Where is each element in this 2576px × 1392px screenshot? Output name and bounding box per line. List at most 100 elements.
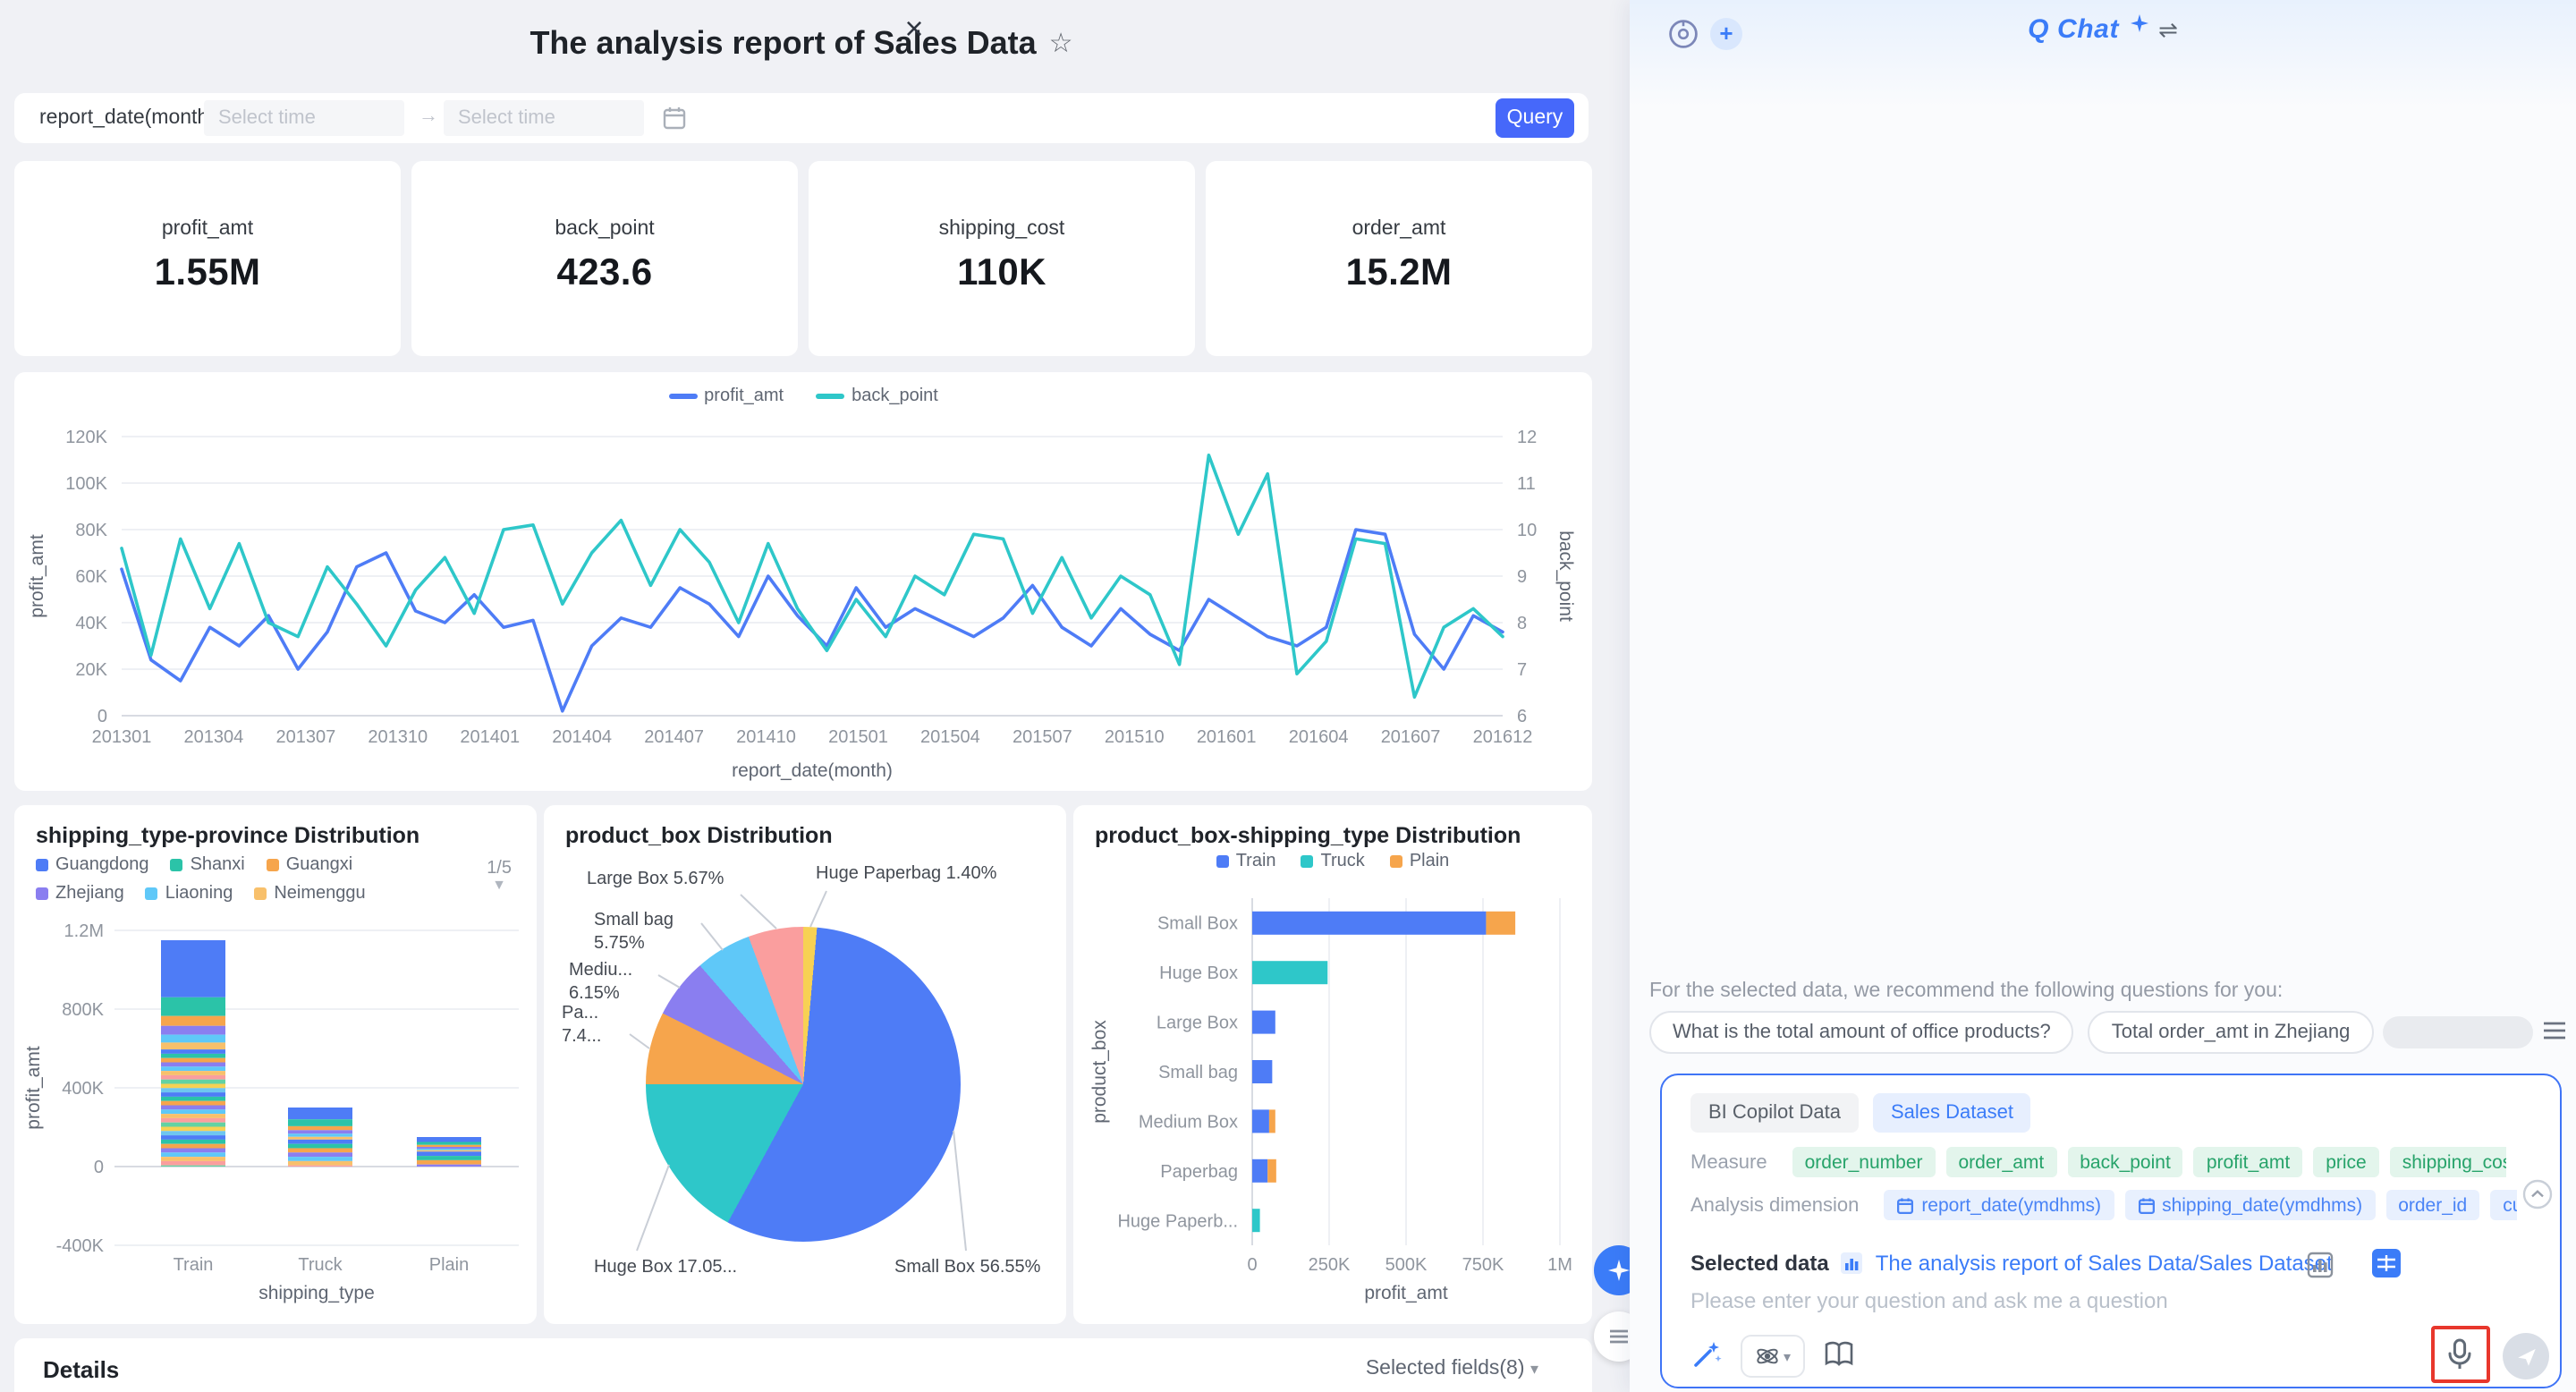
measure-tag[interactable]: back_point: [2067, 1147, 2183, 1177]
svg-text:Plain: Plain: [429, 1255, 469, 1275]
magic-wand-icon[interactable]: [1690, 1338, 1723, 1371]
stacked-bar-card: shipping_type-province Distribution Guan…: [14, 805, 537, 1324]
kpi-value: 15.2M: [1345, 252, 1453, 293]
svg-text:201404: 201404: [552, 727, 612, 747]
svg-text:201607: 201607: [1381, 727, 1441, 747]
svg-text:0: 0: [94, 1158, 104, 1177]
svg-text:201601: 201601: [1197, 727, 1257, 747]
svg-text:80K: 80K: [75, 521, 107, 540]
pie-label-small-box: Small Box 56.55%: [894, 1258, 1041, 1277]
svg-text:800K: 800K: [62, 1000, 104, 1020]
hbar-chart: 0 250K 500K 750K 1M Small Box Huge Box Large Bo…: [1089, 898, 1572, 1303]
knowledge-book-icon[interactable]: [1823, 1338, 1855, 1371]
svg-text:Huge Box: Huge Box: [1159, 963, 1238, 983]
qchat-logo: Q Chat: [2028, 14, 2120, 45]
dimension-tag[interactable]: customer_name: [2490, 1190, 2517, 1220]
svg-text:0: 0: [1247, 1255, 1257, 1275]
pie-chart-card: product_box Distribution Huge Paperbag 1…: [544, 805, 1066, 1324]
svg-text:Large Box: Large Box: [1157, 1014, 1238, 1033]
measure-tag[interactable]: price: [2313, 1147, 2379, 1177]
switch-mode-icon[interactable]: ⇌: [2158, 15, 2178, 44]
send-button[interactable]: [2503, 1333, 2549, 1379]
svg-text:201301: 201301: [92, 727, 152, 747]
report-chart-icon: [1841, 1252, 1863, 1274]
end-time-placeholder: Select time: [458, 107, 555, 129]
kpi-label: profit_amt: [161, 218, 254, 240]
dashboard-area: The analysis report of Sales Data ☆ repo…: [0, 0, 1644, 1392]
legend-swatch: [816, 394, 845, 399]
calendar-icon: [1897, 1197, 1914, 1213]
svg-text:201612: 201612: [1473, 727, 1533, 747]
selected-fields-dropdown[interactable]: Selected fields(8) ▾: [1366, 1358, 1538, 1379]
page-title: The analysis report of Sales Data: [530, 24, 1037, 60]
svg-text:Medium Box: Medium Box: [1139, 1112, 1238, 1132]
kpi-value: 1.55M: [154, 252, 261, 293]
end-time-input[interactable]: Select time: [444, 100, 644, 136]
collapse-fields-icon[interactable]: [2522, 1179, 2553, 1210]
dimension-label: Analysis dimension: [1690, 1194, 1860, 1216]
kpi-label: shipping_cost: [938, 218, 1065, 240]
kpi-card-shipping-cost: shipping_cost 110K: [809, 161, 1195, 356]
svg-text:-400K: -400K: [56, 1236, 105, 1256]
svg-text:11: 11: [1517, 474, 1536, 494]
kpi-label: back_point: [555, 218, 655, 240]
model-selector[interactable]: ▾: [1741, 1335, 1805, 1378]
legend-item[interactable]: back_point: [816, 386, 938, 406]
start-time-input[interactable]: Select time: [204, 100, 404, 136]
measure-tag[interactable]: shipping_cost: [2389, 1147, 2506, 1177]
pie-label-large-box: Large Box 5.67%: [587, 870, 724, 889]
dataset-tab[interactable]: BI Copilot Data: [1690, 1093, 1859, 1133]
measure-tag[interactable]: profit_amt: [2193, 1147, 2303, 1177]
measure-tag[interactable]: order_number: [1792, 1147, 1936, 1177]
suggestion-skeleton: [2383, 1016, 2533, 1048]
title-bar: The analysis report of Sales Data ☆: [0, 0, 1603, 86]
svg-text:1.2M: 1.2M: [64, 921, 104, 941]
kpi-card-order-amt: order_amt 15.2M: [1206, 161, 1592, 356]
measure-tag[interactable]: order_amt: [1945, 1147, 2057, 1177]
kpi-label: order_amt: [1352, 218, 1446, 240]
switch-dataset-icon[interactable]: [2306, 1251, 2334, 1279]
svg-text:Small Box: Small Box: [1157, 914, 1238, 934]
dataset-tabs: BI Copilot Data Sales Dataset: [1690, 1093, 2031, 1133]
table-view-icon[interactable]: [2370, 1247, 2402, 1279]
dimension-tag[interactable]: order_id: [2385, 1190, 2480, 1220]
calendar-icon[interactable]: [662, 106, 687, 131]
dimension-tag[interactable]: report_date(ymdhms): [1884, 1190, 2114, 1220]
range-arrow-icon: →: [419, 106, 438, 127]
svg-text:7: 7: [1517, 660, 1527, 680]
filter-field-label: report_date(month): [39, 107, 216, 129]
svg-text:750K: 750K: [1462, 1255, 1504, 1275]
suggestion-chip[interactable]: Total order_amt in Zhejiang: [2088, 1011, 2374, 1054]
svg-text:201310: 201310: [368, 727, 428, 747]
dataset-tab[interactable]: Sales Dataset: [1872, 1093, 2031, 1133]
pie-label-medium-box: Mediu... 6.15%: [569, 961, 633, 1004]
legend-item[interactable]: profit_amt: [668, 386, 784, 406]
pie-label-huge-paperbag: Huge Paperbag 1.40%: [816, 864, 997, 884]
measure-row: Measure order_number order_amt back_point p…: [1690, 1147, 2506, 1177]
annotation-highlight-box: [2431, 1326, 2490, 1383]
legend-swatch: [668, 394, 698, 399]
svg-text:201510: 201510: [1105, 727, 1165, 747]
close-panel-icon[interactable]: ×: [894, 11, 934, 50]
suggestion-list-icon[interactable]: [2540, 1016, 2569, 1045]
kpi-value: 423.6: [556, 252, 653, 293]
svg-text:201501: 201501: [828, 727, 888, 747]
query-button[interactable]: Query: [1496, 98, 1574, 138]
svg-text:Train: Train: [174, 1255, 214, 1275]
screen: The analysis report of Sales Data ☆ repo…: [0, 0, 2576, 1392]
svg-text:back_point: back_point: [1555, 530, 1576, 622]
suggestion-chip[interactable]: What is the total amount of office produ…: [1649, 1011, 2074, 1054]
svg-text:60K: 60K: [75, 567, 107, 587]
svg-text:Small bag: Small bag: [1158, 1063, 1238, 1082]
favorite-star-icon[interactable]: ☆: [1049, 27, 1073, 59]
measure-tags: order_number order_amt back_point profit_am…: [1792, 1147, 2506, 1177]
svg-text:Huge Paperb...: Huge Paperb...: [1117, 1211, 1238, 1231]
send-plane-icon: [2517, 1347, 2535, 1365]
question-input[interactable]: Please enter your question and ask me a …: [1690, 1288, 2168, 1313]
line-chart-legend: profit_amt back_point: [14, 386, 1592, 406]
details-section: Details Selected fields(8) ▾: [14, 1338, 1592, 1392]
svg-text:Truck: Truck: [298, 1255, 343, 1275]
svg-text:profit_amt: profit_amt: [23, 1046, 44, 1130]
dimension-tag[interactable]: shipping_date(ymdhms): [2124, 1190, 2376, 1220]
selected-data-link[interactable]: The analysis report of Sales Data/Sales …: [1876, 1251, 2333, 1276]
